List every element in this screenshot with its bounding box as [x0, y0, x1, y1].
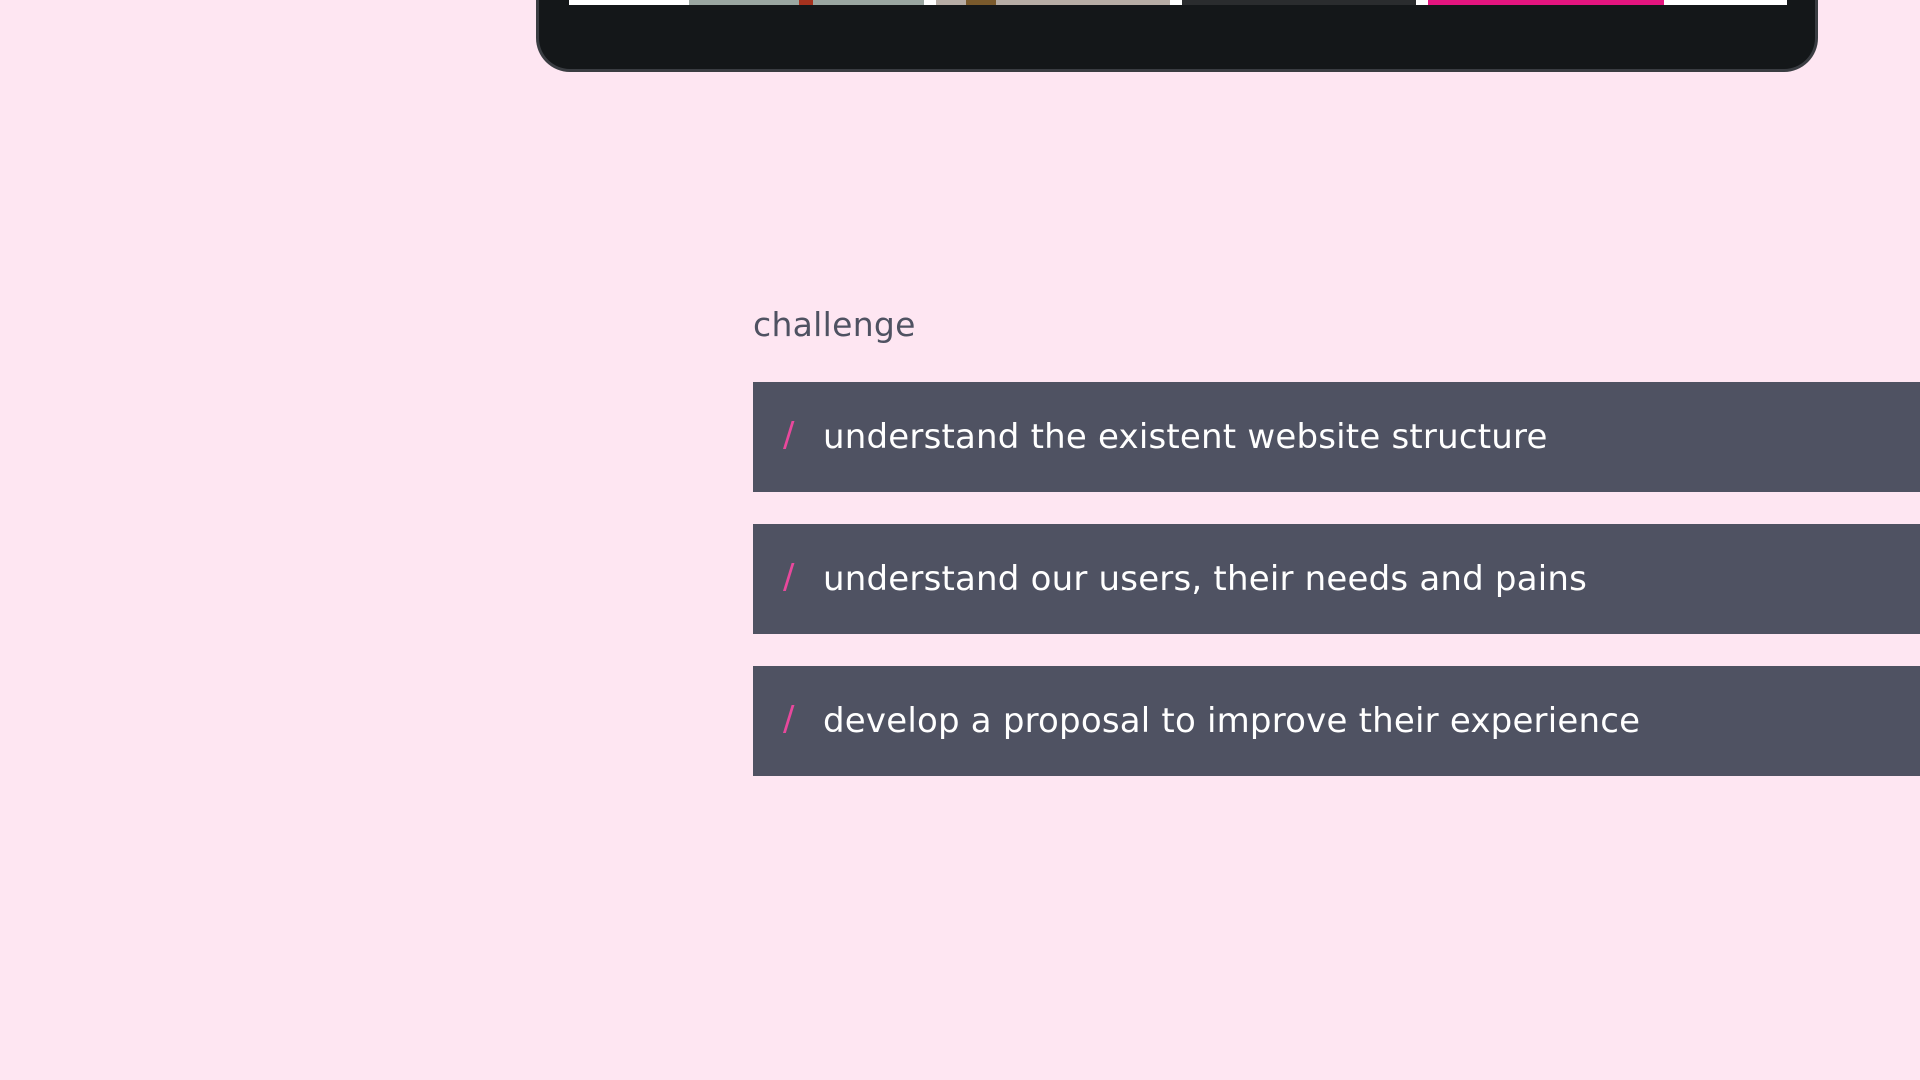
challenge-item-text: develop a proposal to improve their expe… [823, 701, 1641, 741]
screen-gap [1416, 0, 1428, 5]
slash-icon: / [783, 557, 795, 597]
screen-thumbnail-image [936, 0, 1170, 5]
challenge-item: / develop a proposal to improve their ex… [753, 666, 1920, 776]
challenge-item: / understand our users, their needs and … [753, 524, 1920, 634]
challenge-item: / understand the existent website struct… [753, 382, 1920, 492]
screen-thumbnail-image [1182, 0, 1416, 5]
challenge-item-text: understand our users, their needs and pa… [823, 559, 1588, 599]
screen-thumbnail [1664, 0, 1787, 5]
device-screen [569, 0, 1787, 5]
section-title: challenge [753, 305, 916, 344]
screen-thumbnail-highlight [1428, 0, 1664, 5]
challenge-item-text: understand the existent website structur… [823, 417, 1548, 457]
slash-icon: / [783, 699, 795, 739]
tablet-device-frame [536, 0, 1818, 72]
slash-icon: / [783, 415, 795, 455]
challenge-list: / understand the existent website struct… [753, 382, 1920, 808]
screen-gap [924, 0, 936, 5]
screen-thumbnail [569, 0, 689, 5]
screen-thumbnail-image [689, 0, 924, 5]
screen-gap [1170, 0, 1182, 5]
